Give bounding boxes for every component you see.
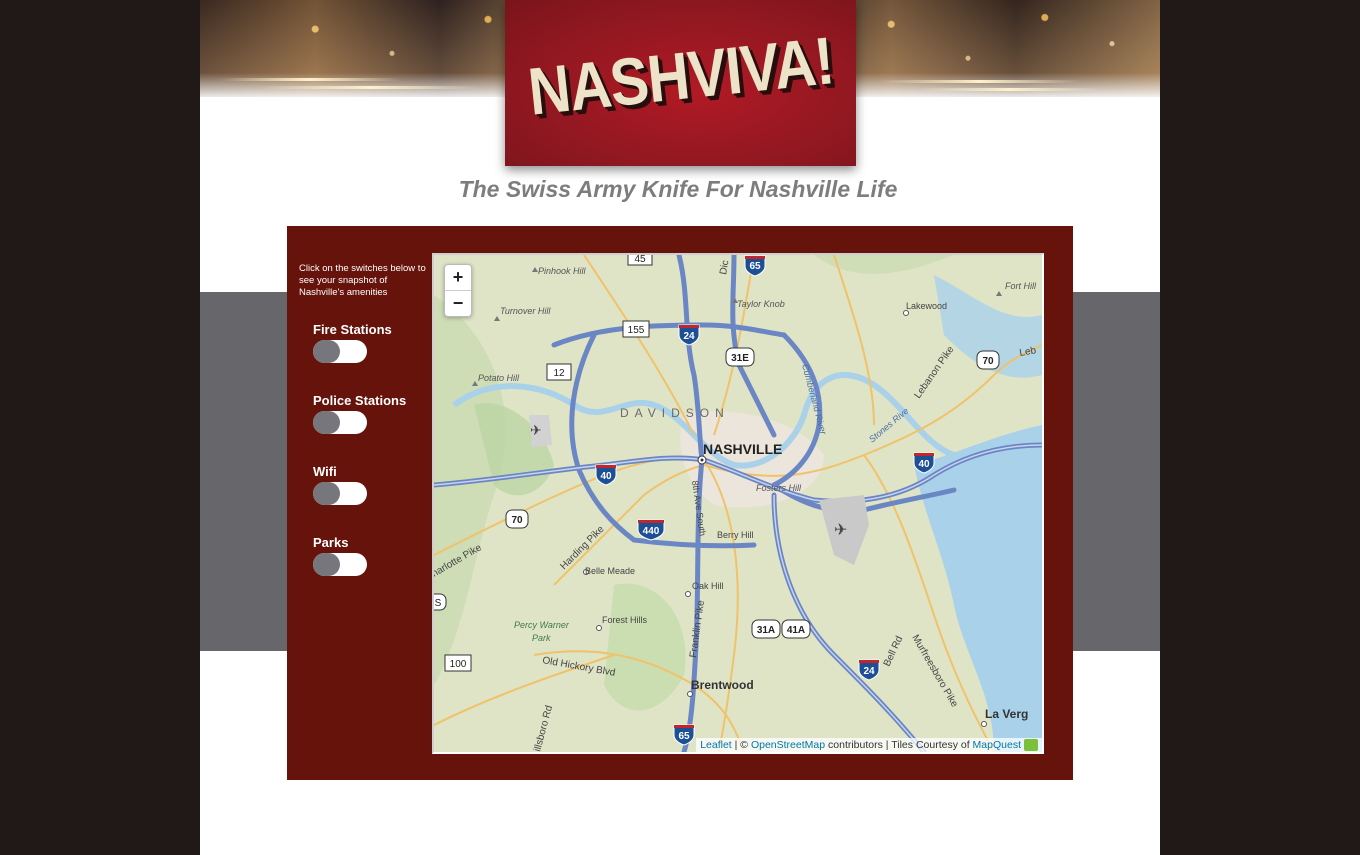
svg-text:S: S — [435, 598, 442, 609]
openstreetmap-link[interactable]: OpenStreetMap — [751, 739, 825, 751]
toggle-label-wifi: Wifi — [313, 464, 337, 479]
svg-text:La Verg: La Verg — [985, 707, 1028, 721]
leaflet-link[interactable]: Leaflet — [700, 739, 732, 751]
svg-text:24: 24 — [863, 666, 875, 677]
svg-text:45: 45 — [634, 255, 646, 265]
svg-text:440: 440 — [643, 526, 660, 537]
mapquest-icon — [1024, 739, 1038, 751]
svg-text:70: 70 — [511, 515, 523, 526]
police-stations-switch[interactable] — [313, 411, 367, 434]
zoom-control: + − — [444, 264, 472, 317]
map-attribution: Leaflet | © OpenStreetMap contributors |… — [696, 737, 1042, 752]
svg-text:Belle Meade: Belle Meade — [585, 566, 635, 576]
switch-knob — [313, 340, 340, 363]
svg-text:Forest Hills: Forest Hills — [602, 615, 648, 625]
toggle-group-parks: Parks — [313, 535, 367, 576]
svg-text:40: 40 — [600, 471, 612, 482]
svg-text:Fosters Hill: Fosters Hill — [756, 483, 802, 493]
toggle-label-parks: Parks — [313, 535, 349, 550]
svg-text:Lakewood: Lakewood — [906, 301, 947, 311]
svg-text:✈: ✈ — [530, 422, 542, 438]
zoom-in-button[interactable]: + — [445, 265, 471, 291]
logo-text: NASHVIVA! — [524, 22, 837, 130]
switch-knob — [313, 411, 340, 434]
svg-text:Oak Hill: Oak Hill — [692, 581, 724, 591]
instructions-text: Click on the switches below to see your … — [299, 263, 426, 298]
parks-switch[interactable] — [313, 553, 367, 576]
svg-text:24: 24 — [683, 331, 695, 342]
svg-text:65: 65 — [749, 261, 761, 272]
switch-knob — [313, 553, 340, 576]
svg-text:155: 155 — [628, 325, 645, 336]
attribution-text: contributors | Tiles Courtesy of — [825, 738, 973, 751]
page: NASHVIVA! The Swiss Army Knife For Nashv… — [200, 0, 1160, 855]
toggle-group-police-stations: Police Stations — [313, 393, 406, 434]
toggle-label-police-stations: Police Stations — [313, 393, 407, 408]
svg-text:12: 12 — [553, 368, 565, 379]
svg-text:✈: ✈ — [834, 522, 847, 539]
switch-knob — [313, 482, 340, 505]
tagline: The Swiss Army Knife For Nashville Life — [458, 176, 898, 202]
map[interactable]: ✈ ✈ NASHVILLE DAVIDSON Brentwood Belle M… — [432, 253, 1044, 754]
svg-text:31A: 31A — [757, 625, 775, 636]
svg-text:Turnover Hill: Turnover Hill — [500, 306, 551, 316]
svg-text:65: 65 — [678, 731, 690, 742]
svg-text:Taylor Knob: Taylor Knob — [737, 299, 785, 309]
mapquest-link[interactable]: MapQuest — [973, 739, 1021, 751]
svg-text:Fort Hill: Fort Hill — [1005, 281, 1037, 291]
svg-text:100: 100 — [450, 659, 467, 670]
amenities-panel: Click on the switches below to see your … — [287, 226, 1073, 780]
svg-text:41A: 41A — [787, 625, 805, 636]
svg-text:Brentwood: Brentwood — [691, 678, 754, 692]
svg-text:40: 40 — [918, 459, 930, 470]
svg-text:DAVIDSON: DAVIDSON — [620, 406, 730, 420]
fire-stations-switch[interactable] — [313, 340, 367, 363]
svg-text:31E: 31E — [731, 353, 749, 364]
map-tiles: ✈ ✈ NASHVILLE DAVIDSON Brentwood Belle M… — [434, 255, 1042, 752]
toggle-group-wifi: Wifi — [313, 464, 367, 505]
svg-text:70: 70 — [982, 356, 994, 367]
wifi-switch[interactable] — [313, 482, 367, 505]
zoom-out-button[interactable]: − — [445, 291, 471, 316]
svg-text:Percy Warner: Percy Warner — [514, 620, 570, 630]
svg-text:Berry Hill: Berry Hill — [717, 530, 754, 540]
svg-text:Pinhook Hill: Pinhook Hill — [538, 266, 587, 276]
toggle-group-fire-stations: Fire Stations — [313, 322, 392, 363]
logo[interactable]: NASHVIVA! — [505, 0, 856, 166]
map-label-nashville: NASHVILLE — [703, 441, 782, 457]
svg-text:Potato Hill: Potato Hill — [478, 373, 520, 383]
attribution-separator: | © — [731, 738, 751, 751]
svg-text:Park: Park — [532, 633, 551, 643]
toggle-label-fire-stations: Fire Stations — [313, 322, 392, 337]
